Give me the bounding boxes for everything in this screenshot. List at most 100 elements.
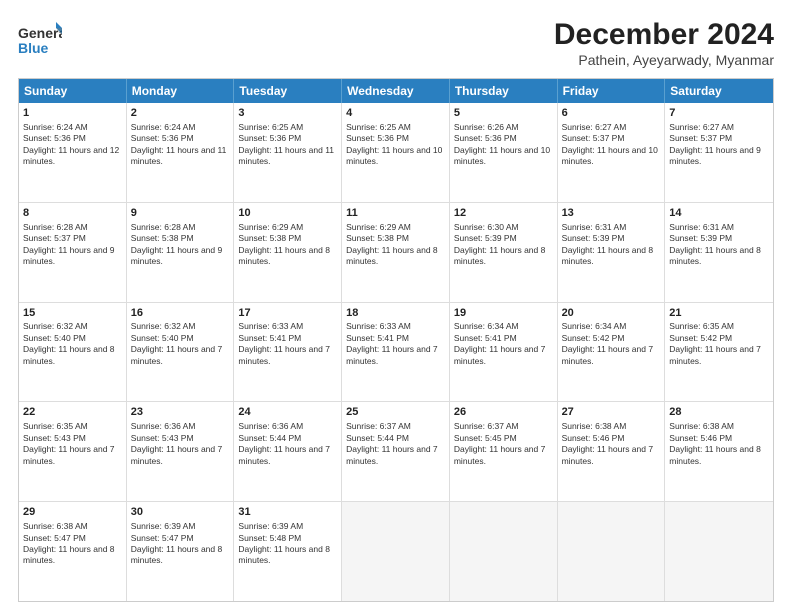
calendar-cell-4-4: 25Sunrise: 6:37 AMSunset: 5:44 PMDayligh… <box>342 402 450 501</box>
day-number: 3 <box>238 106 337 121</box>
header-monday: Monday <box>127 79 235 103</box>
logo-svg: General Blue <box>18 18 62 62</box>
svg-text:General: General <box>18 25 62 41</box>
calendar-cell-5-6 <box>558 502 666 601</box>
calendar-cell-5-3: 31Sunrise: 6:39 AMSunset: 5:48 PMDayligh… <box>234 502 342 601</box>
cell-info: Sunrise: 6:38 AMSunset: 5:46 PMDaylight:… <box>669 421 769 467</box>
cell-info: Sunrise: 6:27 AMSunset: 5:37 PMDaylight:… <box>562 122 661 168</box>
day-number: 20 <box>562 306 661 321</box>
calendar: Sunday Monday Tuesday Wednesday Thursday… <box>18 78 774 602</box>
calendar-cell-2-6: 13Sunrise: 6:31 AMSunset: 5:39 PMDayligh… <box>558 203 666 302</box>
calendar-cell-2-4: 11Sunrise: 6:29 AMSunset: 5:38 PMDayligh… <box>342 203 450 302</box>
day-number: 10 <box>238 206 337 221</box>
day-number: 19 <box>454 306 553 321</box>
day-number: 18 <box>346 306 445 321</box>
day-number: 21 <box>669 306 769 321</box>
day-number: 27 <box>562 405 661 420</box>
cell-info: Sunrise: 6:28 AMSunset: 5:37 PMDaylight:… <box>23 222 122 268</box>
cell-info: Sunrise: 6:34 AMSunset: 5:41 PMDaylight:… <box>454 321 553 367</box>
cell-info: Sunrise: 6:28 AMSunset: 5:38 PMDaylight:… <box>131 222 230 268</box>
cell-info: Sunrise: 6:37 AMSunset: 5:44 PMDaylight:… <box>346 421 445 467</box>
cell-info: Sunrise: 6:27 AMSunset: 5:37 PMDaylight:… <box>669 122 769 168</box>
cell-info: Sunrise: 6:30 AMSunset: 5:39 PMDaylight:… <box>454 222 553 268</box>
day-number: 11 <box>346 206 445 221</box>
calendar-cell-5-1: 29Sunrise: 6:38 AMSunset: 5:47 PMDayligh… <box>19 502 127 601</box>
svg-text:Blue: Blue <box>18 40 49 56</box>
calendar-cell-3-5: 19Sunrise: 6:34 AMSunset: 5:41 PMDayligh… <box>450 303 558 402</box>
calendar-cell-5-2: 30Sunrise: 6:39 AMSunset: 5:47 PMDayligh… <box>127 502 235 601</box>
calendar-cell-5-4 <box>342 502 450 601</box>
day-number: 14 <box>669 206 769 221</box>
calendar-cell-5-7 <box>665 502 773 601</box>
cell-info: Sunrise: 6:32 AMSunset: 5:40 PMDaylight:… <box>23 321 122 367</box>
cell-info: Sunrise: 6:36 AMSunset: 5:43 PMDaylight:… <box>131 421 230 467</box>
cell-info: Sunrise: 6:25 AMSunset: 5:36 PMDaylight:… <box>346 122 445 168</box>
day-number: 28 <box>669 405 769 420</box>
calendar-cell-3-7: 21Sunrise: 6:35 AMSunset: 5:42 PMDayligh… <box>665 303 773 402</box>
calendar-cell-1-1: 1Sunrise: 6:24 AMSunset: 5:36 PMDaylight… <box>19 103 127 202</box>
calendar-cell-3-4: 18Sunrise: 6:33 AMSunset: 5:41 PMDayligh… <box>342 303 450 402</box>
cell-info: Sunrise: 6:29 AMSunset: 5:38 PMDaylight:… <box>346 222 445 268</box>
calendar-cell-2-5: 12Sunrise: 6:30 AMSunset: 5:39 PMDayligh… <box>450 203 558 302</box>
day-number: 31 <box>238 505 337 520</box>
calendar-cell-4-5: 26Sunrise: 6:37 AMSunset: 5:45 PMDayligh… <box>450 402 558 501</box>
cell-info: Sunrise: 6:33 AMSunset: 5:41 PMDaylight:… <box>346 321 445 367</box>
calendar-cell-4-3: 24Sunrise: 6:36 AMSunset: 5:44 PMDayligh… <box>234 402 342 501</box>
cell-info: Sunrise: 6:32 AMSunset: 5:40 PMDaylight:… <box>131 321 230 367</box>
calendar-cell-1-7: 7Sunrise: 6:27 AMSunset: 5:37 PMDaylight… <box>665 103 773 202</box>
day-number: 23 <box>131 405 230 420</box>
calendar-body: 1Sunrise: 6:24 AMSunset: 5:36 PMDaylight… <box>19 103 773 601</box>
calendar-cell-3-6: 20Sunrise: 6:34 AMSunset: 5:42 PMDayligh… <box>558 303 666 402</box>
day-number: 25 <box>346 405 445 420</box>
cell-info: Sunrise: 6:24 AMSunset: 5:36 PMDaylight:… <box>131 122 230 168</box>
title-block: December 2024 Pathein, Ayeyarwady, Myanm… <box>554 18 774 68</box>
calendar-cell-4-1: 22Sunrise: 6:35 AMSunset: 5:43 PMDayligh… <box>19 402 127 501</box>
calendar-cell-2-2: 9Sunrise: 6:28 AMSunset: 5:38 PMDaylight… <box>127 203 235 302</box>
calendar-cell-2-3: 10Sunrise: 6:29 AMSunset: 5:38 PMDayligh… <box>234 203 342 302</box>
calendar-cell-3-2: 16Sunrise: 6:32 AMSunset: 5:40 PMDayligh… <box>127 303 235 402</box>
cell-info: Sunrise: 6:38 AMSunset: 5:46 PMDaylight:… <box>562 421 661 467</box>
day-number: 12 <box>454 206 553 221</box>
calendar-week-2: 8Sunrise: 6:28 AMSunset: 5:37 PMDaylight… <box>19 202 773 302</box>
calendar-cell-5-5 <box>450 502 558 601</box>
cell-info: Sunrise: 6:38 AMSunset: 5:47 PMDaylight:… <box>23 521 122 567</box>
calendar-week-3: 15Sunrise: 6:32 AMSunset: 5:40 PMDayligh… <box>19 302 773 402</box>
cell-info: Sunrise: 6:39 AMSunset: 5:47 PMDaylight:… <box>131 521 230 567</box>
calendar-week-5: 29Sunrise: 6:38 AMSunset: 5:47 PMDayligh… <box>19 501 773 601</box>
header-wednesday: Wednesday <box>342 79 450 103</box>
day-number: 2 <box>131 106 230 121</box>
calendar-cell-1-6: 6Sunrise: 6:27 AMSunset: 5:37 PMDaylight… <box>558 103 666 202</box>
day-number: 9 <box>131 206 230 221</box>
cell-info: Sunrise: 6:37 AMSunset: 5:45 PMDaylight:… <box>454 421 553 467</box>
cell-info: Sunrise: 6:34 AMSunset: 5:42 PMDaylight:… <box>562 321 661 367</box>
day-number: 22 <box>23 405 122 420</box>
day-number: 16 <box>131 306 230 321</box>
cell-info: Sunrise: 6:26 AMSunset: 5:36 PMDaylight:… <box>454 122 553 168</box>
calendar-cell-1-2: 2Sunrise: 6:24 AMSunset: 5:36 PMDaylight… <box>127 103 235 202</box>
cell-info: Sunrise: 6:33 AMSunset: 5:41 PMDaylight:… <box>238 321 337 367</box>
header-tuesday: Tuesday <box>234 79 342 103</box>
header-thursday: Thursday <box>450 79 558 103</box>
calendar-cell-3-3: 17Sunrise: 6:33 AMSunset: 5:41 PMDayligh… <box>234 303 342 402</box>
calendar-cell-4-7: 28Sunrise: 6:38 AMSunset: 5:46 PMDayligh… <box>665 402 773 501</box>
day-number: 6 <box>562 106 661 121</box>
header-friday: Friday <box>558 79 666 103</box>
cell-info: Sunrise: 6:25 AMSunset: 5:36 PMDaylight:… <box>238 122 337 168</box>
cell-info: Sunrise: 6:31 AMSunset: 5:39 PMDaylight:… <box>669 222 769 268</box>
cell-info: Sunrise: 6:35 AMSunset: 5:43 PMDaylight:… <box>23 421 122 467</box>
calendar-header: Sunday Monday Tuesday Wednesday Thursday… <box>19 79 773 103</box>
day-number: 5 <box>454 106 553 121</box>
day-number: 13 <box>562 206 661 221</box>
calendar-cell-2-1: 8Sunrise: 6:28 AMSunset: 5:37 PMDaylight… <box>19 203 127 302</box>
calendar-cell-1-3: 3Sunrise: 6:25 AMSunset: 5:36 PMDaylight… <box>234 103 342 202</box>
calendar-cell-2-7: 14Sunrise: 6:31 AMSunset: 5:39 PMDayligh… <box>665 203 773 302</box>
cell-info: Sunrise: 6:35 AMSunset: 5:42 PMDaylight:… <box>669 321 769 367</box>
page-header: General Blue December 2024 Pathein, Ayey… <box>18 18 774 68</box>
day-number: 24 <box>238 405 337 420</box>
calendar-week-1: 1Sunrise: 6:24 AMSunset: 5:36 PMDaylight… <box>19 103 773 202</box>
cell-info: Sunrise: 6:29 AMSunset: 5:38 PMDaylight:… <box>238 222 337 268</box>
calendar-cell-3-1: 15Sunrise: 6:32 AMSunset: 5:40 PMDayligh… <box>19 303 127 402</box>
day-number: 7 <box>669 106 769 121</box>
header-sunday: Sunday <box>19 79 127 103</box>
cell-info: Sunrise: 6:39 AMSunset: 5:48 PMDaylight:… <box>238 521 337 567</box>
